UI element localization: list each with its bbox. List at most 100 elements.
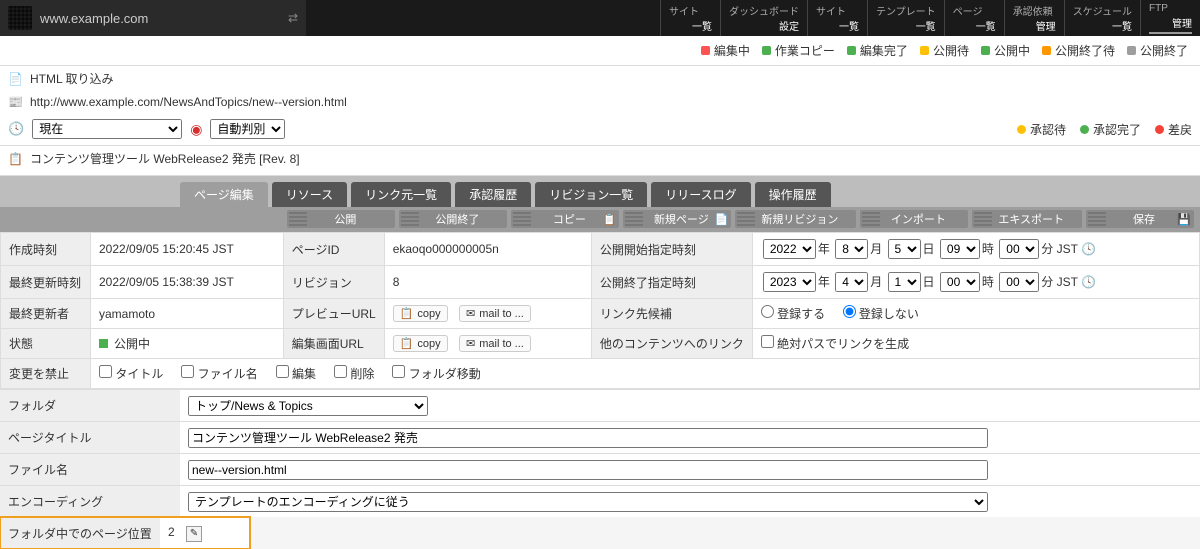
tab-2[interactable]: リンク元一覧 <box>351 182 451 207</box>
revision-label: リビジョン <box>283 266 384 299</box>
time-control-row: 現在 ◉ 自動判別 承認待承認完了差戻 <box>0 113 1200 146</box>
legend-item: 公開待 <box>920 42 969 59</box>
start-min[interactable]: 00 <box>999 239 1039 259</box>
html-import-row: 📄 HTML 取り込み <box>0 66 1200 91</box>
menu-item[interactable]: FTP管理 <box>1140 0 1200 36</box>
page-title-input[interactable] <box>188 428 988 448</box>
register-radio[interactable]: 登録する <box>761 307 825 321</box>
nochange-options: タイトル ファイル名 編集 削除 フォルダ移動 <box>91 359 1200 389</box>
clock-icon[interactable]: 🕓 <box>1081 275 1096 289</box>
edit-copy-button[interactable]: 📋copy <box>393 335 448 352</box>
folder-label: フォルダ <box>0 390 180 421</box>
created-label: 作成時刻 <box>1 233 91 266</box>
publish-end-button[interactable]: 公開終了 <box>399 210 507 228</box>
tab-0[interactable]: ページ編集 <box>180 182 268 207</box>
content-icon: 📋 <box>8 152 22 166</box>
tab-4[interactable]: リビジョン一覧 <box>535 182 647 207</box>
time-select[interactable]: 現在 <box>32 119 182 139</box>
newrevision-button[interactable]: 新規リビジョン <box>735 210 856 228</box>
status-square-icon <box>99 339 108 348</box>
page-icon: 📰 <box>8 95 22 109</box>
end-month[interactable]: 4 <box>835 272 868 292</box>
publish-button[interactable]: 公開 <box>287 210 395 228</box>
legend-item: 作業コピー <box>762 42 835 59</box>
page-url[interactable]: http://www.example.com/NewsAndTopics/new… <box>30 95 347 109</box>
edit-url-actions: 📋copy ✉mail to ... <box>384 329 591 359</box>
copy-icon: 📋 <box>400 307 414 320</box>
mail-icon: ✉ <box>466 337 475 350</box>
menu-item[interactable]: 承認依頼管理 <box>1004 0 1064 36</box>
tab-3[interactable]: 承認履歴 <box>455 182 531 207</box>
tab-5[interactable]: リリースログ <box>651 182 750 207</box>
end-hour[interactable]: 00 <box>940 272 980 292</box>
target-icon[interactable]: ◉ <box>190 121 202 138</box>
mail-icon: ✉ <box>466 307 475 320</box>
nochange-option[interactable]: フォルダ移動 <box>392 367 480 381</box>
save-button[interactable]: 保存💾 <box>1086 210 1194 228</box>
edit-mail-button[interactable]: ✉mail to ... <box>459 335 531 352</box>
nochange-option[interactable]: タイトル <box>99 367 163 381</box>
legend-item: 編集完了 <box>847 42 908 59</box>
nochange-option[interactable]: 削除 <box>334 367 374 381</box>
page-position-row: フォルダ中でのページ位置 2 ✎ <box>0 517 250 549</box>
encoding-label: エンコーディング <box>0 486 180 517</box>
approval-legend: 承認待承認完了差戻 <box>1017 121 1192 138</box>
end-min[interactable]: 00 <box>999 272 1039 292</box>
preview-mail-button[interactable]: ✉mail to ... <box>459 305 531 322</box>
menu-item[interactable]: スケジュール一覧 <box>1064 0 1140 36</box>
page-tabs: ページ編集リソースリンク元一覧承認履歴リビジョン一覧リリースログ操作履歴 <box>0 176 1200 207</box>
end-year[interactable]: 2023 <box>763 272 816 292</box>
edit-position-button[interactable]: ✎ <box>186 526 202 542</box>
folder-select[interactable]: トップ/News & Topics <box>188 396 428 416</box>
app-logo-icon <box>8 6 32 30</box>
status-circle-icon <box>1080 125 1089 134</box>
tab-6[interactable]: 操作履歴 <box>755 182 831 207</box>
status-dot-icon <box>920 46 929 55</box>
status-circle-icon <box>1155 125 1164 134</box>
start-year[interactable]: 2022 <box>763 239 816 259</box>
menu-item[interactable]: ダッシュボード設定 <box>720 0 807 36</box>
nochange-option[interactable]: 編集 <box>276 367 316 381</box>
preview-url-actions: 📋copy ✉mail to ... <box>384 299 591 329</box>
updated-label: 最終更新時刻 <box>1 266 91 299</box>
state-label: 状態 <box>1 329 91 359</box>
html-import-label[interactable]: HTML 取り込み <box>30 70 114 87</box>
abs-path-checkbox[interactable]: 絶対パスでリンクを生成 <box>761 337 909 351</box>
arrow-icon[interactable]: ⇄ <box>288 11 298 25</box>
end-time-label: 公開終了指定時刻 <box>591 266 752 299</box>
file-name-input[interactable] <box>188 460 988 480</box>
topbar-left: www.example.com ⇄ <box>0 0 306 36</box>
revision-value: 8 <box>384 266 591 299</box>
end-day[interactable]: 1 <box>888 272 921 292</box>
import-button[interactable]: インポート <box>860 210 968 228</box>
start-month[interactable]: 8 <box>835 239 868 259</box>
clock-icon[interactable]: 🕓 <box>1081 242 1096 256</box>
start-hour[interactable]: 09 <box>940 239 980 259</box>
status-circle-icon <box>1017 125 1026 134</box>
copy-button[interactable]: コピー📋 <box>511 210 619 228</box>
status-dot-icon <box>701 46 710 55</box>
menu-item[interactable]: サイト一覧 <box>807 0 867 36</box>
nochange-option[interactable]: ファイル名 <box>181 367 257 381</box>
details-table: 作成時刻 2022/09/05 15:20:45 JST ページID ekaoq… <box>0 232 1200 389</box>
link-candidate-label: リンク先候補 <box>591 299 752 329</box>
edit-url-label: 編集画面URL <box>283 329 384 359</box>
legend-item: 公開終了 <box>1127 42 1188 59</box>
export-button[interactable]: エキスポート <box>972 210 1082 228</box>
menu-item[interactable]: テンプレート一覧 <box>867 0 944 36</box>
menu-item[interactable]: ページ一覧 <box>944 0 1004 36</box>
status-dot-icon <box>981 46 990 55</box>
noregister-radio[interactable]: 登録しない <box>843 307 919 321</box>
page-title-row: ページタイトル <box>0 421 1200 453</box>
updater-label: 最終更新者 <box>1 299 91 329</box>
start-day[interactable]: 5 <box>888 239 921 259</box>
menu-item[interactable]: サイト一覧 <box>660 0 720 36</box>
preview-copy-button[interactable]: 📋copy <box>393 305 448 322</box>
page-position-label: フォルダ中でのページ位置 <box>0 518 160 549</box>
encoding-row: エンコーディング テンプレートのエンコーディングに従う <box>0 485 1200 517</box>
copy-icon: 📋 <box>400 337 414 350</box>
auto-detect-select[interactable]: 自動判別 <box>210 119 285 139</box>
tab-1[interactable]: リソース <box>272 182 347 207</box>
legend-item: 承認完了 <box>1080 121 1141 138</box>
newpage-button[interactable]: 新規ページ📄 <box>623 210 731 228</box>
